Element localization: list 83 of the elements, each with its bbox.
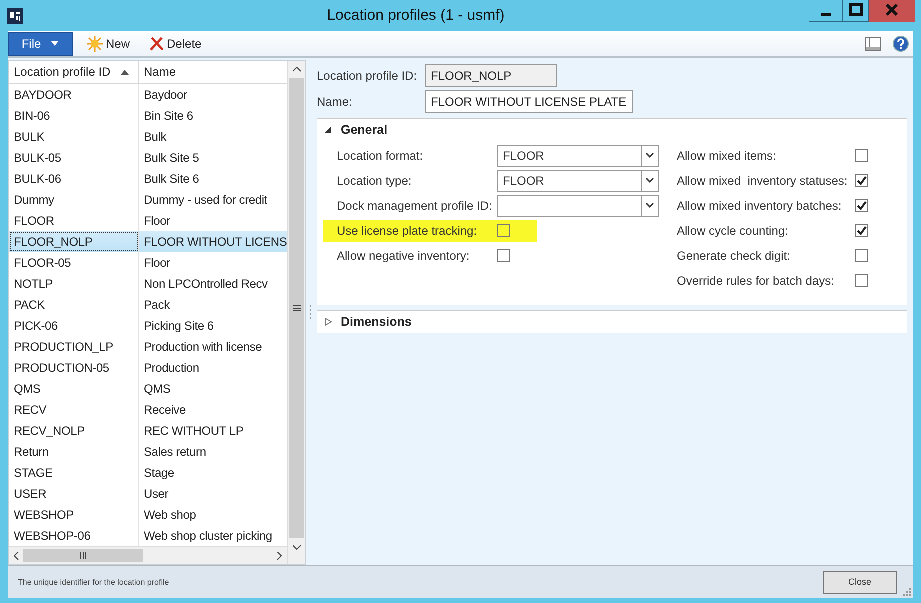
table-cell: FLOOR_NOLP [9,231,139,252]
window-title: Location profiles (1 - usmf) [326,7,506,24]
table-cell: STAGE [9,462,139,483]
table-cell: PICK-06 [9,315,139,336]
section-header[interactable]: General [341,123,388,137]
field-label: Allow mixed items: [677,148,778,164]
scroll-right-icon[interactable] [277,552,282,560]
field-label: Use license plate tracking: [323,220,497,242]
table-cell: FLOOR-05 [9,252,139,273]
file-menu-button[interactable]: File [8,32,73,56]
checkbox[interactable] [855,274,868,287]
dropdown-field[interactable] [497,194,659,216]
input-field: FLOOR_NOLP [425,64,557,87]
help-icon[interactable] [893,36,909,52]
field-label: Location type: [337,172,413,190]
table-cell: PRODUCTION-05 [9,357,139,378]
splitter-icon[interactable] [309,304,312,320]
minimize-button[interactable] [809,0,843,22]
checkbox[interactable] [855,249,868,262]
caret-icon [646,178,654,183]
table-cell: Dummy [9,189,139,210]
caret-icon [646,203,654,208]
x-icon [150,36,164,50]
checkbox[interactable] [497,249,510,262]
check-icon [856,201,866,210]
table-cell: BAYDOOR [9,84,139,105]
column-header[interactable]: Location profile ID [9,61,139,83]
delete-button[interactable]: Delete [144,36,208,50]
field-label: Allow mixed inventory batches: [677,198,843,214]
horizontal-scrollbar[interactable] [9,546,287,564]
maximize-button[interactable] [843,0,869,22]
field-label: Dock management profile ID: [337,198,494,214]
field-label: Name: [317,94,354,108]
grip-icon [292,304,300,312]
table-cell: PRODUCTION_LP [9,336,139,357]
input-field[interactable]: FLOOR WITHOUT LICENSE PLATE [425,90,633,113]
check-icon [856,176,866,185]
field-label: Allow mixed inventory statuses: [677,172,849,190]
field-label: Allow negative inventory: [337,248,471,264]
collapse-arrow-icon[interactable] [325,126,332,134]
table-cell: WEBSHOP [9,504,139,525]
section-header[interactable]: Dimensions [341,315,412,329]
app-icon [7,8,23,24]
field-label: Location profile ID: [317,68,418,82]
table-cell: BIN-06 [9,105,139,126]
vertical-scrollbar[interactable] [287,61,305,564]
table-row[interactable]: FLOOR_NOLP FLOOR WITHOUT LICENS [9,231,287,252]
close-button[interactable] [869,0,915,22]
field-label: Allow cycle counting: [677,222,790,240]
table-cell: RECV [9,399,139,420]
caret-icon [51,41,60,46]
table-cell: USER [9,483,139,504]
field-label: Location format: [337,148,424,164]
dropdown-field[interactable]: FLOOR [497,170,659,192]
resize-grip-icon[interactable] [903,588,911,596]
dropdown-field[interactable]: FLOOR [497,144,659,166]
table-cell: QMS [9,378,139,399]
table-cell: Return [9,441,139,462]
table-cell: BULK [9,126,139,147]
table-cell: PACK [9,294,139,315]
grip-icon [80,552,86,559]
table-cell: RECV_NOLP [9,420,139,441]
caret-icon [646,153,654,158]
scroll-down-icon[interactable] [292,545,300,550]
expand-arrow-icon[interactable] [325,318,332,326]
table-cell: BULK-06 [9,168,139,189]
table-cell: BULK-05 [9,147,139,168]
field-label: Generate check digit: [677,248,792,264]
check-icon [856,226,866,235]
close-button[interactable]: Close [823,570,897,594]
checkbox[interactable] [855,199,868,212]
checkbox[interactable] [855,224,868,237]
status-text: The unique identifier for the location profile [18,578,170,586]
sun-icon [87,36,103,52]
checkbox[interactable] [855,149,868,162]
scroll-up-icon[interactable] [292,67,300,72]
field-label: Override rules for batch days: [677,272,836,290]
table-cell: NOTLP [9,273,139,294]
checkbox[interactable] [855,174,868,187]
checkbox[interactable] [497,224,510,237]
layout-icon[interactable] [865,36,881,50]
new-button[interactable]: New [81,36,136,52]
scroll-left-icon[interactable] [14,552,19,560]
